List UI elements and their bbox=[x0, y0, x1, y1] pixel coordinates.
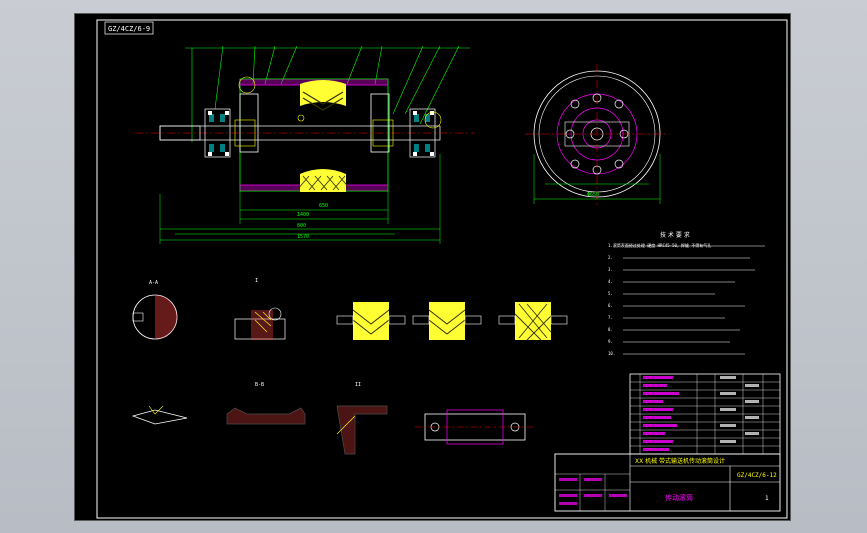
tech-req-line: 4. bbox=[608, 279, 613, 284]
tech-req-line: 9. bbox=[608, 339, 613, 344]
cad-viewport[interactable]: GZ/4CZ/6-9 1400 800 1570 650 Φ650 技 术 要 … bbox=[74, 13, 791, 521]
tech-req-line: 2. bbox=[608, 255, 613, 260]
drum-side-view: Φ650 bbox=[525, 64, 670, 206]
detail-2-label: II bbox=[355, 382, 361, 388]
cad-drawing-canvas: GZ/4CZ/6-9 1400 800 1570 650 Φ650 技 术 要 … bbox=[96, 19, 788, 519]
detail-blade bbox=[131, 405, 188, 425]
lagging-sample-3 bbox=[498, 302, 568, 341]
dim-overall: 1570 bbox=[297, 234, 309, 240]
dim-bore: 650 bbox=[319, 203, 328, 209]
drum-main-view: 1400 800 1570 650 bbox=[135, 45, 475, 244]
dim-shaft: 800 bbox=[297, 223, 306, 229]
tech-req-title: 技 术 要 求 bbox=[660, 231, 690, 239]
section-b-label: B-B bbox=[255, 382, 264, 388]
lagging-pattern-bottom bbox=[296, 169, 352, 192]
app-frame: GZ/4CZ/6-9 1400 800 1570 650 Φ650 技 术 要 … bbox=[0, 0, 867, 533]
detail-view-1: I bbox=[234, 278, 286, 340]
dim-body: 1400 bbox=[297, 212, 309, 218]
section-a-label: A-A bbox=[149, 280, 158, 286]
sheet-number: 1 bbox=[765, 495, 769, 502]
section-b-b: B-B bbox=[226, 382, 306, 425]
code-box-text: GZ/4CZ/6-9 bbox=[108, 25, 150, 33]
section-a-a: A-A bbox=[132, 280, 178, 340]
lagging-sample-1 bbox=[336, 302, 406, 340]
tech-req-line: 7. bbox=[608, 315, 613, 320]
detail-angle: II bbox=[336, 382, 388, 455]
tech-req-line: 8. bbox=[608, 327, 613, 332]
title-block: XX 机械 带式输送机传动滚筒设计 GZ/4CZ/6-12 传动滚筒 1 bbox=[554, 453, 781, 512]
tech-req-line: 10. bbox=[608, 351, 615, 356]
drawing-number: GZ/4CZ/6-12 bbox=[737, 472, 777, 479]
drawing-name: 传动滚筒 bbox=[665, 493, 693, 502]
tech-req-line: 3. bbox=[608, 267, 613, 272]
detail-1-label: I bbox=[255, 278, 258, 284]
lagging-sample-2 bbox=[412, 302, 482, 340]
sheet-border bbox=[96, 19, 788, 519]
dim-diameter: Φ650 bbox=[587, 192, 599, 198]
title-main: XX 机械 带式输送机传动滚筒设计 bbox=[635, 457, 725, 465]
lagging-pattern-top bbox=[300, 80, 346, 111]
bearing-housing-plan bbox=[415, 409, 535, 445]
tech-req-line: 1.滚筒表面经过处理 硬度 HRC45-50，焊缝 不得有气孔 bbox=[608, 242, 711, 248]
technical-requirements: 技 术 要 求 1.滚筒表面经过处理 硬度 HRC45-50，焊缝 不得有气孔 … bbox=[608, 231, 765, 356]
parts-list bbox=[629, 373, 781, 455]
tech-req-line: 5. bbox=[608, 291, 613, 296]
tech-req-line: 6. bbox=[608, 303, 613, 308]
